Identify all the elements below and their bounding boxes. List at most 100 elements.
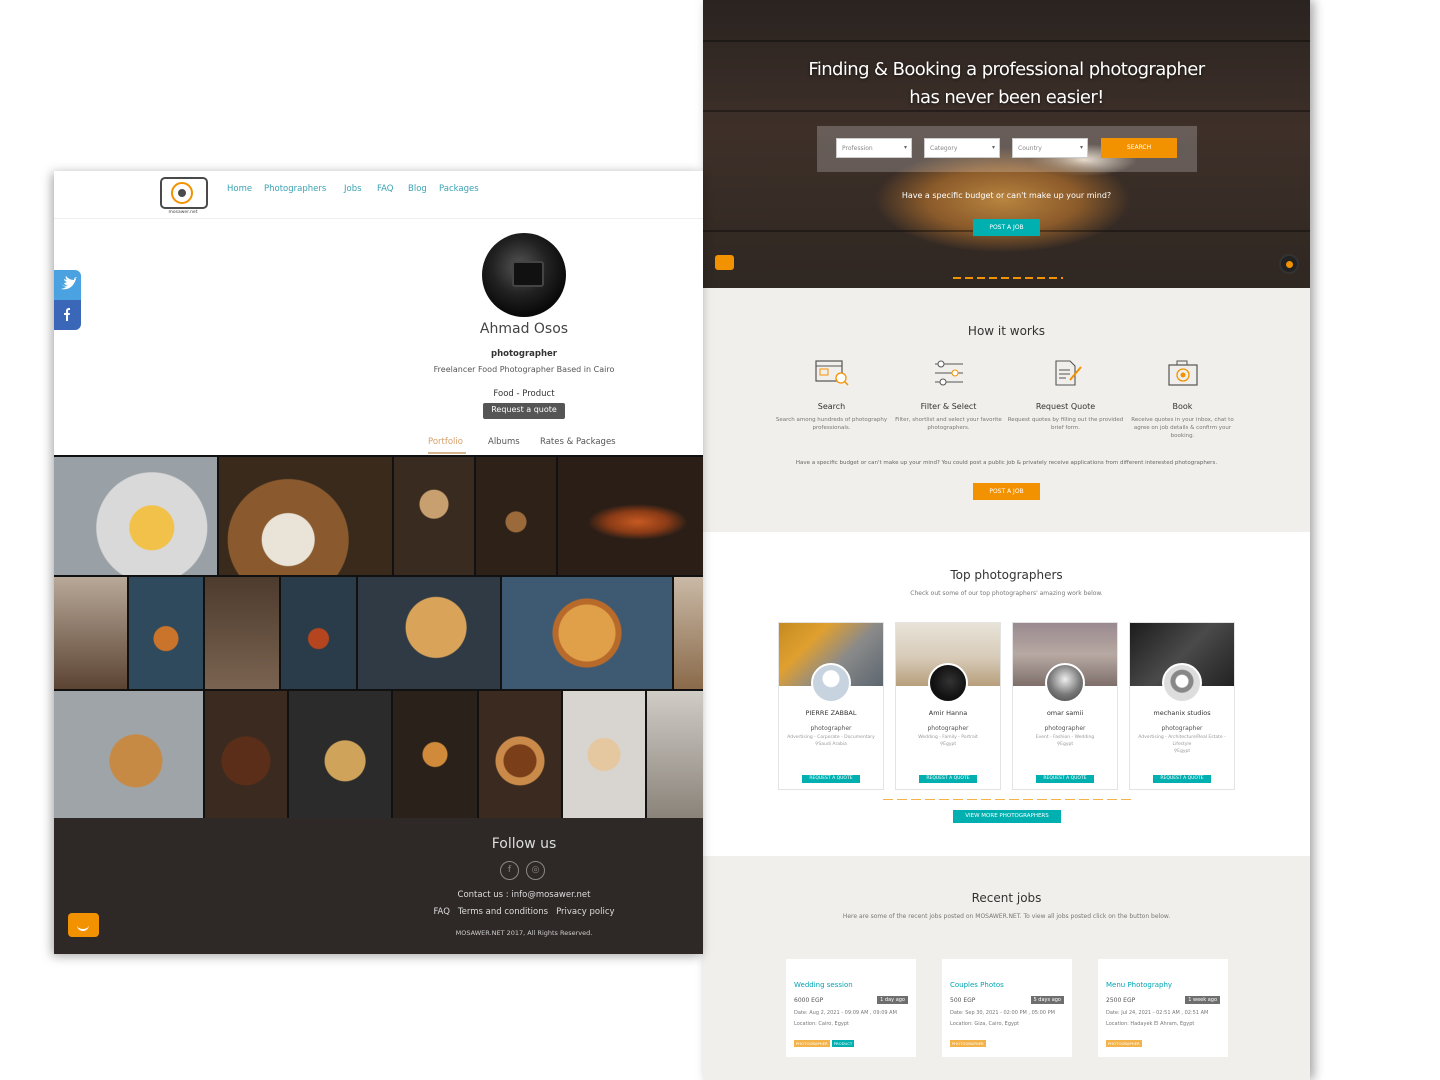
gallery-photo[interactable] <box>563 691 645 818</box>
instagram-icon[interactable]: ◎ <box>526 861 545 880</box>
portfolio-gallery <box>54 455 703 818</box>
nav-packages[interactable]: Packages <box>439 184 479 194</box>
gallery-photo[interactable] <box>393 691 477 818</box>
job-card[interactable]: Wedding session 6000 EGP 1 day ago Date:… <box>786 959 916 1057</box>
site-footer: Follow us f ◎ Contact us : info@mosawer.… <box>54 818 703 954</box>
post-job-button[interactable]: POST A JOB <box>973 219 1040 236</box>
request-quote-button[interactable]: REQUEST A QUOTE <box>802 775 860 783</box>
gallery-photo[interactable] <box>647 691 703 818</box>
nav-blog[interactable]: Blog <box>408 184 427 194</box>
gallery-photo[interactable] <box>479 691 561 818</box>
job-tags: PHOTOGRAPHER PRODUCT <box>794 1030 856 1049</box>
job-age-badge: 1 day ago <box>877 996 908 1004</box>
section-subtitle: Check out some of our top photographers'… <box>910 590 1103 597</box>
country-select[interactable]: Country ▾ <box>1012 138 1088 158</box>
photographer-role: photographer <box>927 725 969 732</box>
job-card[interactable]: Menu Photography 2500 EGP 1 week ago Dat… <box>1098 959 1228 1057</box>
job-title[interactable]: Wedding session <box>794 981 853 989</box>
gallery-photo[interactable] <box>54 691 203 818</box>
camera-icon <box>1167 360 1198 386</box>
photographer-card[interactable]: Amir Hanna photographer Wedding - Family… <box>895 622 1001 790</box>
job-details: Date: Aug 2, 2021 - 09:09 AM , 09:09 AM … <box>794 1008 897 1030</box>
step-title: Search <box>817 402 846 411</box>
hero-banner: Finding & Booking a professional photogr… <box>703 0 1310 288</box>
tab-rates-packages[interactable]: Rates & Packages <box>540 437 616 447</box>
gallery-photo[interactable] <box>358 577 500 689</box>
footer-link-faq[interactable]: FAQ <box>433 907 449 917</box>
job-date: Date: Jul 24, 2021 - 02:51 AM , 02:51 AM <box>1106 1010 1209 1016</box>
job-budget: 6000 EGP <box>794 997 824 1004</box>
gallery-photo[interactable] <box>129 577 203 689</box>
logo-text: mosawer.net <box>168 210 198 215</box>
footer-link-privacy[interactable]: Privacy policy <box>556 907 615 917</box>
copyright: MOSAWER.NET 2017, All Rights Reserved. <box>455 929 593 937</box>
tab-portfolio[interactable]: Portfolio <box>428 437 463 447</box>
footer-links: FAQ Terms and conditions Privacy policy <box>54 907 703 917</box>
job-card[interactable]: Couples Photos 500 EGP 5 days ago Date: … <box>942 959 1072 1057</box>
nav-faq[interactable]: FAQ <box>377 184 393 194</box>
search-button[interactable]: SEARCH <box>1101 138 1177 158</box>
profile-page: mosawer.net Home Photographers Jobs FAQ … <box>54 171 703 954</box>
nav-photographers[interactable]: Photographers <box>264 184 326 194</box>
request-quote-button[interactable]: REQUEST A QUOTE <box>1153 775 1211 783</box>
gallery-photo[interactable] <box>558 457 703 575</box>
gallery-photo[interactable] <box>54 457 217 575</box>
step-book: Book Receive quotes in your inbox, chat … <box>1124 358 1241 440</box>
carousel-indicators[interactable] <box>883 799 1131 800</box>
chat-icon[interactable] <box>68 913 99 937</box>
view-more-photographers-button[interactable]: VIEW MORE PHOTOGRAPHERS <box>953 810 1061 823</box>
job-details: Date: Sep 30, 2021 - 02:00 PM , 05:00 PM… <box>950 1008 1055 1030</box>
photographer-categories: Wedding - Family - Portrait <box>918 735 978 740</box>
hero-title-line1: Finding & Booking a professional photogr… <box>808 59 1205 80</box>
job-budget: 2500 EGP <box>1106 997 1136 1004</box>
photographer-location: Egypt <box>1060 742 1074 747</box>
nav-jobs[interactable]: Jobs <box>344 184 362 194</box>
gallery-photo[interactable] <box>502 577 672 689</box>
gallery-photo[interactable] <box>674 577 703 689</box>
step-desc: Request quotes by filling out the provid… <box>1007 417 1124 431</box>
recent-jobs-section: Recent jobs Here are some of the recent … <box>703 856 1310 1080</box>
request-quote-button[interactable]: REQUEST A QUOTE <box>1036 775 1094 783</box>
gallery-photo[interactable] <box>476 457 556 575</box>
photographer-card[interactable]: omar samii photographer Event - Fashion … <box>1012 622 1118 790</box>
job-title[interactable]: Menu Photography <box>1106 981 1172 989</box>
gallery-photo[interactable] <box>289 691 391 818</box>
site-logo[interactable]: mosawer.net <box>158 173 208 217</box>
gallery-photo[interactable] <box>219 457 392 575</box>
photographer-card[interactable]: PIERRE ZABBAL photographer Advertising -… <box>778 622 884 790</box>
job-date: Date: Aug 2, 2021 - 09:09 AM , 09:09 AM <box>794 1010 897 1016</box>
profession-select[interactable]: Profession ▾ <box>836 138 912 158</box>
gallery-photo[interactable] <box>394 457 474 575</box>
gallery-photo[interactable] <box>205 577 279 689</box>
step-title: Request Quote <box>1035 402 1096 411</box>
hero-title: Finding & Booking a professional photogr… <box>703 56 1310 112</box>
job-tags: PHOTOGRAPHER <box>950 1030 988 1049</box>
step-request-quote: Request Quote Request quotes by filling … <box>1007 358 1124 432</box>
gallery-photo[interactable] <box>54 577 127 689</box>
job-details: Date: Jul 24, 2021 - 02:51 AM , 02:51 AM… <box>1106 1008 1208 1030</box>
job-date: Date: Sep 30, 2021 - 02:00 PM , 05:00 PM <box>950 1010 1055 1016</box>
gallery-photo[interactable] <box>205 691 287 818</box>
photographer-card[interactable]: mechanix studios photographer Advertisin… <box>1129 622 1235 790</box>
request-quote-button[interactable]: Request a quote <box>483 403 565 419</box>
gallery-photo[interactable] <box>281 577 356 689</box>
support-widget-icon[interactable] <box>1279 254 1299 274</box>
photographer-meta: Advertising - Corporate - Documentary ⚲S… <box>787 734 875 748</box>
how-note: Have a specific budget or can't make up … <box>795 460 1218 466</box>
post-job-button[interactable]: POST A JOB <box>973 483 1040 500</box>
job-location: Location: Cairo, Egypt <box>794 1021 849 1027</box>
request-quote-button[interactable]: REQUEST A QUOTE <box>919 775 977 783</box>
facebook-icon[interactable]: f <box>500 861 519 880</box>
footer-link-terms[interactable]: Terms and conditions <box>458 907 548 917</box>
nav-home[interactable]: Home <box>227 184 252 194</box>
chat-icon[interactable] <box>715 255 734 270</box>
sliders-icon <box>934 360 963 386</box>
carousel-indicators[interactable] <box>953 277 1063 279</box>
twitter-share-button[interactable] <box>54 270 81 300</box>
step-search: Search Search among hundreds of photogra… <box>773 358 890 432</box>
job-title[interactable]: Couples Photos <box>950 981 1004 989</box>
tab-albums[interactable]: Albums <box>488 437 520 447</box>
contact-email[interactable]: Contact us : info@mosawer.net <box>54 890 703 900</box>
category-select[interactable]: Category ▾ <box>924 138 1000 158</box>
twitter-icon <box>61 276 77 290</box>
